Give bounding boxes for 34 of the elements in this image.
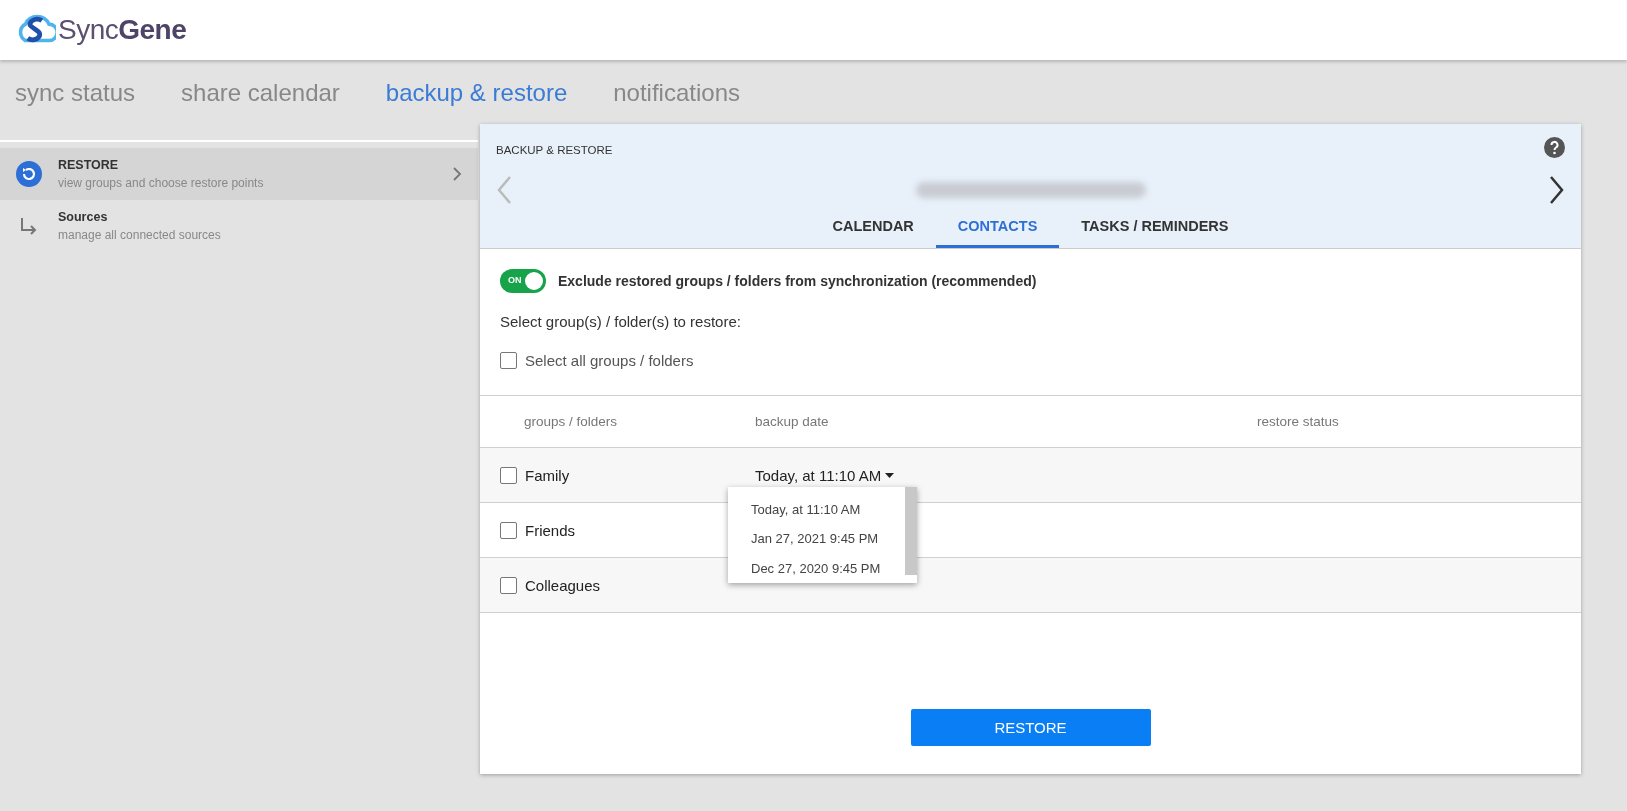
chevron-right-icon — [452, 166, 462, 182]
select-prompt: Select group(s) / folder(s) to restore: — [500, 313, 742, 330]
logo-text: SyncGene — [58, 14, 187, 46]
sidebar-item-subtitle: view groups and choose restore points — [58, 176, 265, 190]
dropdown-option[interactable]: Today, at 11:10 AM — [728, 495, 905, 525]
restore-icon — [16, 161, 42, 187]
help-icon[interactable] — [1544, 137, 1565, 158]
panel-tab[interactable]: TASKS / REMINDERS — [1059, 212, 1251, 248]
column-header: restore status — [1257, 414, 1340, 429]
column-header: backup date — [755, 414, 830, 429]
scrollbar[interactable] — [905, 487, 917, 575]
group-name: Family — [525, 466, 570, 484]
sidebar-item[interactable]: Sources manage all connected sources — [0, 200, 478, 252]
caret-icon — [885, 472, 895, 478]
sidebar-item-title: Sources — [58, 210, 109, 224]
select-all-label: Select all groups / folders — [525, 352, 694, 369]
backup-date-dropdown[interactable]: Today, at 11:10 AM — [755, 466, 895, 484]
checkbox[interactable] — [500, 466, 517, 484]
group-name: Colleagues — [525, 576, 601, 594]
panel-tab[interactable]: CONTACTS — [935, 212, 1060, 248]
column-header: groups / folders — [523, 414, 619, 429]
sidebar-item[interactable]: RESTORE view groups and choose restore points — [0, 148, 478, 200]
sidebar-item-subtitle: manage all connected sources — [58, 228, 222, 242]
checkbox[interactable] — [500, 576, 517, 594]
checkbox[interactable] — [500, 521, 517, 539]
toggle-label: Exclude restored groups / folders from synchronization (recommended) — [558, 273, 1037, 289]
group-name: Friends — [525, 521, 576, 539]
checkbox[interactable] — [500, 352, 517, 369]
panel-tab[interactable]: CALENDAR — [810, 212, 936, 248]
panel-title: BACKUP & RESTORE — [496, 144, 613, 156]
restore-button[interactable]: RESTORE — [910, 709, 1151, 746]
sidebar-item-title: RESTORE — [58, 158, 120, 172]
dropdown-option[interactable]: Dec 27, 2020 9:45 PM — [728, 553, 905, 583]
dropdown-option[interactable]: Jan 27, 2021 9:45 PM — [728, 524, 905, 554]
